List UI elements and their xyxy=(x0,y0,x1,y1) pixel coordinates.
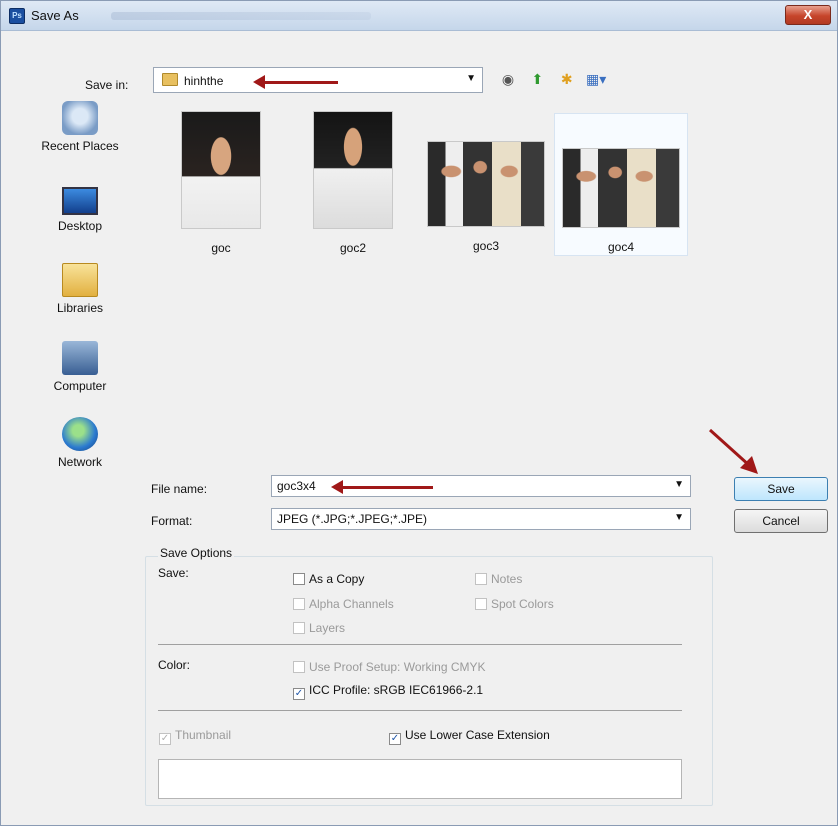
file-name-label: goc4 xyxy=(607,240,635,254)
place-libraries[interactable]: Libraries xyxy=(25,263,135,315)
annotation-arrow-save xyxy=(708,428,758,474)
checkbox-label: Use Proof Setup: Working CMYK xyxy=(309,660,486,674)
computer-icon xyxy=(62,341,98,375)
back-icon[interactable]: ◉ xyxy=(498,69,518,89)
network-icon xyxy=(62,417,98,451)
layers-checkbox[interactable]: Layers xyxy=(293,621,345,635)
description-area xyxy=(158,759,682,799)
checkbox-label: As a Copy xyxy=(309,572,365,586)
checkbox-label: Use Lower Case Extension xyxy=(405,728,550,742)
format-select[interactable]: JPEG (*.JPG;*.JPEG;*.JPE) ▼ xyxy=(271,508,691,530)
save-in-label: Save in: xyxy=(85,78,129,92)
icc-profile-checkbox[interactable]: ✓ ICC Profile: sRGB IEC61966-2.1 xyxy=(293,683,483,700)
blurred-title-area xyxy=(111,12,371,20)
photoshop-app-icon: Ps xyxy=(9,8,25,24)
save-label: Save: xyxy=(158,566,189,580)
format-label: Format: xyxy=(151,514,193,528)
checkbox-label: Layers xyxy=(309,621,346,635)
notes-checkbox[interactable]: Notes xyxy=(475,572,522,586)
thumbnail-checkbox[interactable]: ✓ Thumbnail xyxy=(159,728,231,745)
place-label: Recent Places xyxy=(41,139,119,153)
file-name-value: goc3x4 xyxy=(277,479,316,493)
checkbox-box[interactable] xyxy=(293,598,305,610)
checkbox-label: ICC Profile: sRGB IEC61966-2.1 xyxy=(309,683,484,697)
as-a-copy-checkbox[interactable]: As a Copy xyxy=(293,572,364,586)
dialog-title: Save As xyxy=(31,8,79,23)
place-computer[interactable]: Computer xyxy=(25,341,135,393)
checkbox-label: Spot Colors xyxy=(491,597,554,611)
place-recent-places[interactable]: Recent Places xyxy=(25,101,135,153)
views-menu-icon[interactable]: ▦▾ xyxy=(586,69,606,89)
checkbox-box[interactable]: ✓ xyxy=(389,733,401,745)
file-name-label: goc3 xyxy=(472,239,500,253)
libraries-icon xyxy=(62,263,98,297)
new-folder-icon[interactable]: ✱ xyxy=(557,69,577,89)
color-label: Color: xyxy=(158,658,191,672)
file-item-goc[interactable]: goc xyxy=(171,111,271,255)
use-lower-case-extension-checkbox[interactable]: ✓ Use Lower Case Extension xyxy=(389,728,550,745)
folder-icon xyxy=(162,73,178,86)
place-label: Network xyxy=(57,455,102,469)
checkbox-label: Notes xyxy=(491,572,523,586)
file-item-goc4[interactable]: goc4 xyxy=(557,148,685,254)
title-bar: Ps Save As X xyxy=(1,1,837,31)
save-in-value: hinhthe xyxy=(184,74,224,88)
divider xyxy=(158,644,682,645)
checkbox-box[interactable]: ✓ xyxy=(293,688,305,700)
close-button[interactable]: X xyxy=(785,5,831,25)
save-in-dropdown[interactable]: hinhthe ▼ xyxy=(153,67,483,93)
file-item-goc2[interactable]: goc2 xyxy=(303,111,403,255)
checkbox-box[interactable] xyxy=(475,598,487,610)
file-thumbnail xyxy=(427,141,545,227)
file-name-label: goc2 xyxy=(339,241,367,255)
file-item-goc3[interactable]: goc3 xyxy=(422,141,550,253)
navigation-toolbar: ◉ ⬆ ✱ ▦▾ xyxy=(498,69,612,91)
chevron-down-icon[interactable]: ▼ xyxy=(466,73,476,84)
checkbox-box[interactable]: ✓ xyxy=(159,733,171,745)
recent-places-icon xyxy=(62,101,98,135)
checkbox-box[interactable] xyxy=(475,573,487,585)
save-as-dialog: Ps Save As X Save in: hinhthe ▼ ◉ ⬆ ✱ ▦▾… xyxy=(0,0,838,826)
checkbox-box[interactable] xyxy=(293,622,305,634)
file-thumbnail xyxy=(562,148,680,228)
checkbox-label: Alpha Channels xyxy=(309,597,394,611)
file-thumbnail xyxy=(181,111,261,229)
spot-colors-checkbox[interactable]: Spot Colors xyxy=(475,597,554,611)
cancel-button[interactable]: Cancel xyxy=(734,509,828,533)
up-folder-icon[interactable]: ⬆ xyxy=(527,69,547,89)
place-desktop[interactable]: Desktop xyxy=(25,187,135,233)
checkbox-box[interactable] xyxy=(293,573,305,585)
chevron-down-icon[interactable]: ▼ xyxy=(674,479,684,490)
file-thumbnail xyxy=(313,111,393,229)
annotation-arrow-file-name xyxy=(331,480,433,494)
checkbox-box[interactable] xyxy=(293,661,305,673)
chevron-down-icon[interactable]: ▼ xyxy=(674,512,684,523)
place-network[interactable]: Network xyxy=(25,417,135,469)
save-options-title: Save Options xyxy=(158,546,235,560)
place-label: Libraries xyxy=(56,301,104,315)
file-name-label: File name: xyxy=(151,482,208,496)
checkbox-label: Thumbnail xyxy=(175,728,232,742)
format-value: JPEG (*.JPG;*.JPEG;*.JPE) xyxy=(277,512,428,526)
use-proof-setup-checkbox[interactable]: Use Proof Setup: Working CMYK xyxy=(293,660,486,674)
file-name-label: goc xyxy=(211,241,231,255)
place-label: Computer xyxy=(53,379,107,393)
divider xyxy=(158,710,682,711)
annotation-arrow-save-in xyxy=(253,75,338,89)
alpha-channels-checkbox[interactable]: Alpha Channels xyxy=(293,597,394,611)
desktop-icon xyxy=(62,187,98,215)
place-label: Desktop xyxy=(57,219,103,233)
